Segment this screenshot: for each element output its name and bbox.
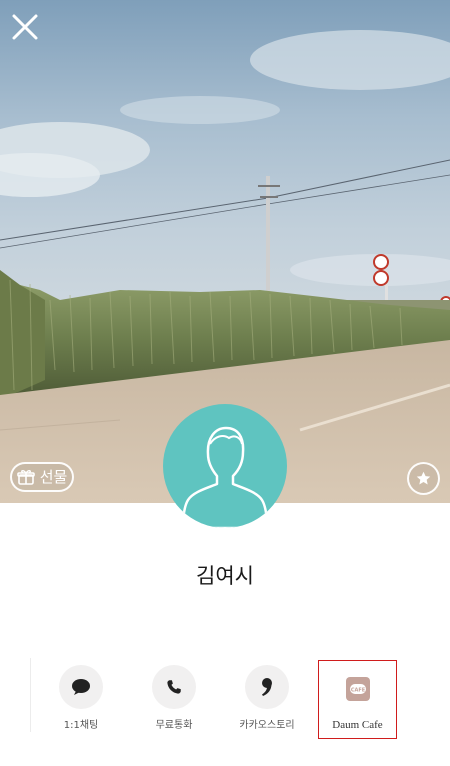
gift-icon xyxy=(16,470,35,485)
chat-button[interactable]: 1:1채팅 xyxy=(36,658,126,738)
action-bar: 1:1채팅 무료통화 카카오스토리 CAFE Daum Cafe xyxy=(30,658,410,740)
gift-button[interactable]: 선물 xyxy=(10,462,74,492)
phone-icon xyxy=(167,680,181,694)
daum-cafe-button[interactable]: CAFE Daum Cafe xyxy=(318,660,397,739)
svg-text:CAFE: CAFE xyxy=(350,687,365,693)
kakaostory-label: 카카오스토리 xyxy=(239,720,295,731)
profile-name: 김여시 xyxy=(196,564,254,588)
cafe-button-circle: CAFE xyxy=(336,667,380,711)
chat-label: 1:1채팅 xyxy=(63,720,99,731)
favorite-button[interactable] xyxy=(407,462,440,495)
daum-cafe-label: Daum Cafe xyxy=(332,719,383,731)
chat-button-circle xyxy=(59,665,103,709)
free-call-label: 무료통화 xyxy=(155,720,193,731)
profile-avatar[interactable] xyxy=(163,404,287,528)
gift-label: 선물 xyxy=(39,467,68,486)
divider xyxy=(30,658,31,732)
free-call-button[interactable]: 무료통화 xyxy=(129,658,219,738)
chat-bubble-icon xyxy=(72,679,90,695)
call-button-circle xyxy=(152,665,196,709)
close-button[interactable] xyxy=(8,10,42,44)
close-icon xyxy=(12,14,38,40)
kakaostory-button[interactable]: 카카오스토리 xyxy=(222,658,312,738)
cafe-icon: CAFE xyxy=(345,677,370,701)
default-person-icon xyxy=(181,426,269,528)
star-icon xyxy=(416,471,431,485)
comma-icon xyxy=(262,678,272,696)
story-button-circle xyxy=(245,665,289,709)
